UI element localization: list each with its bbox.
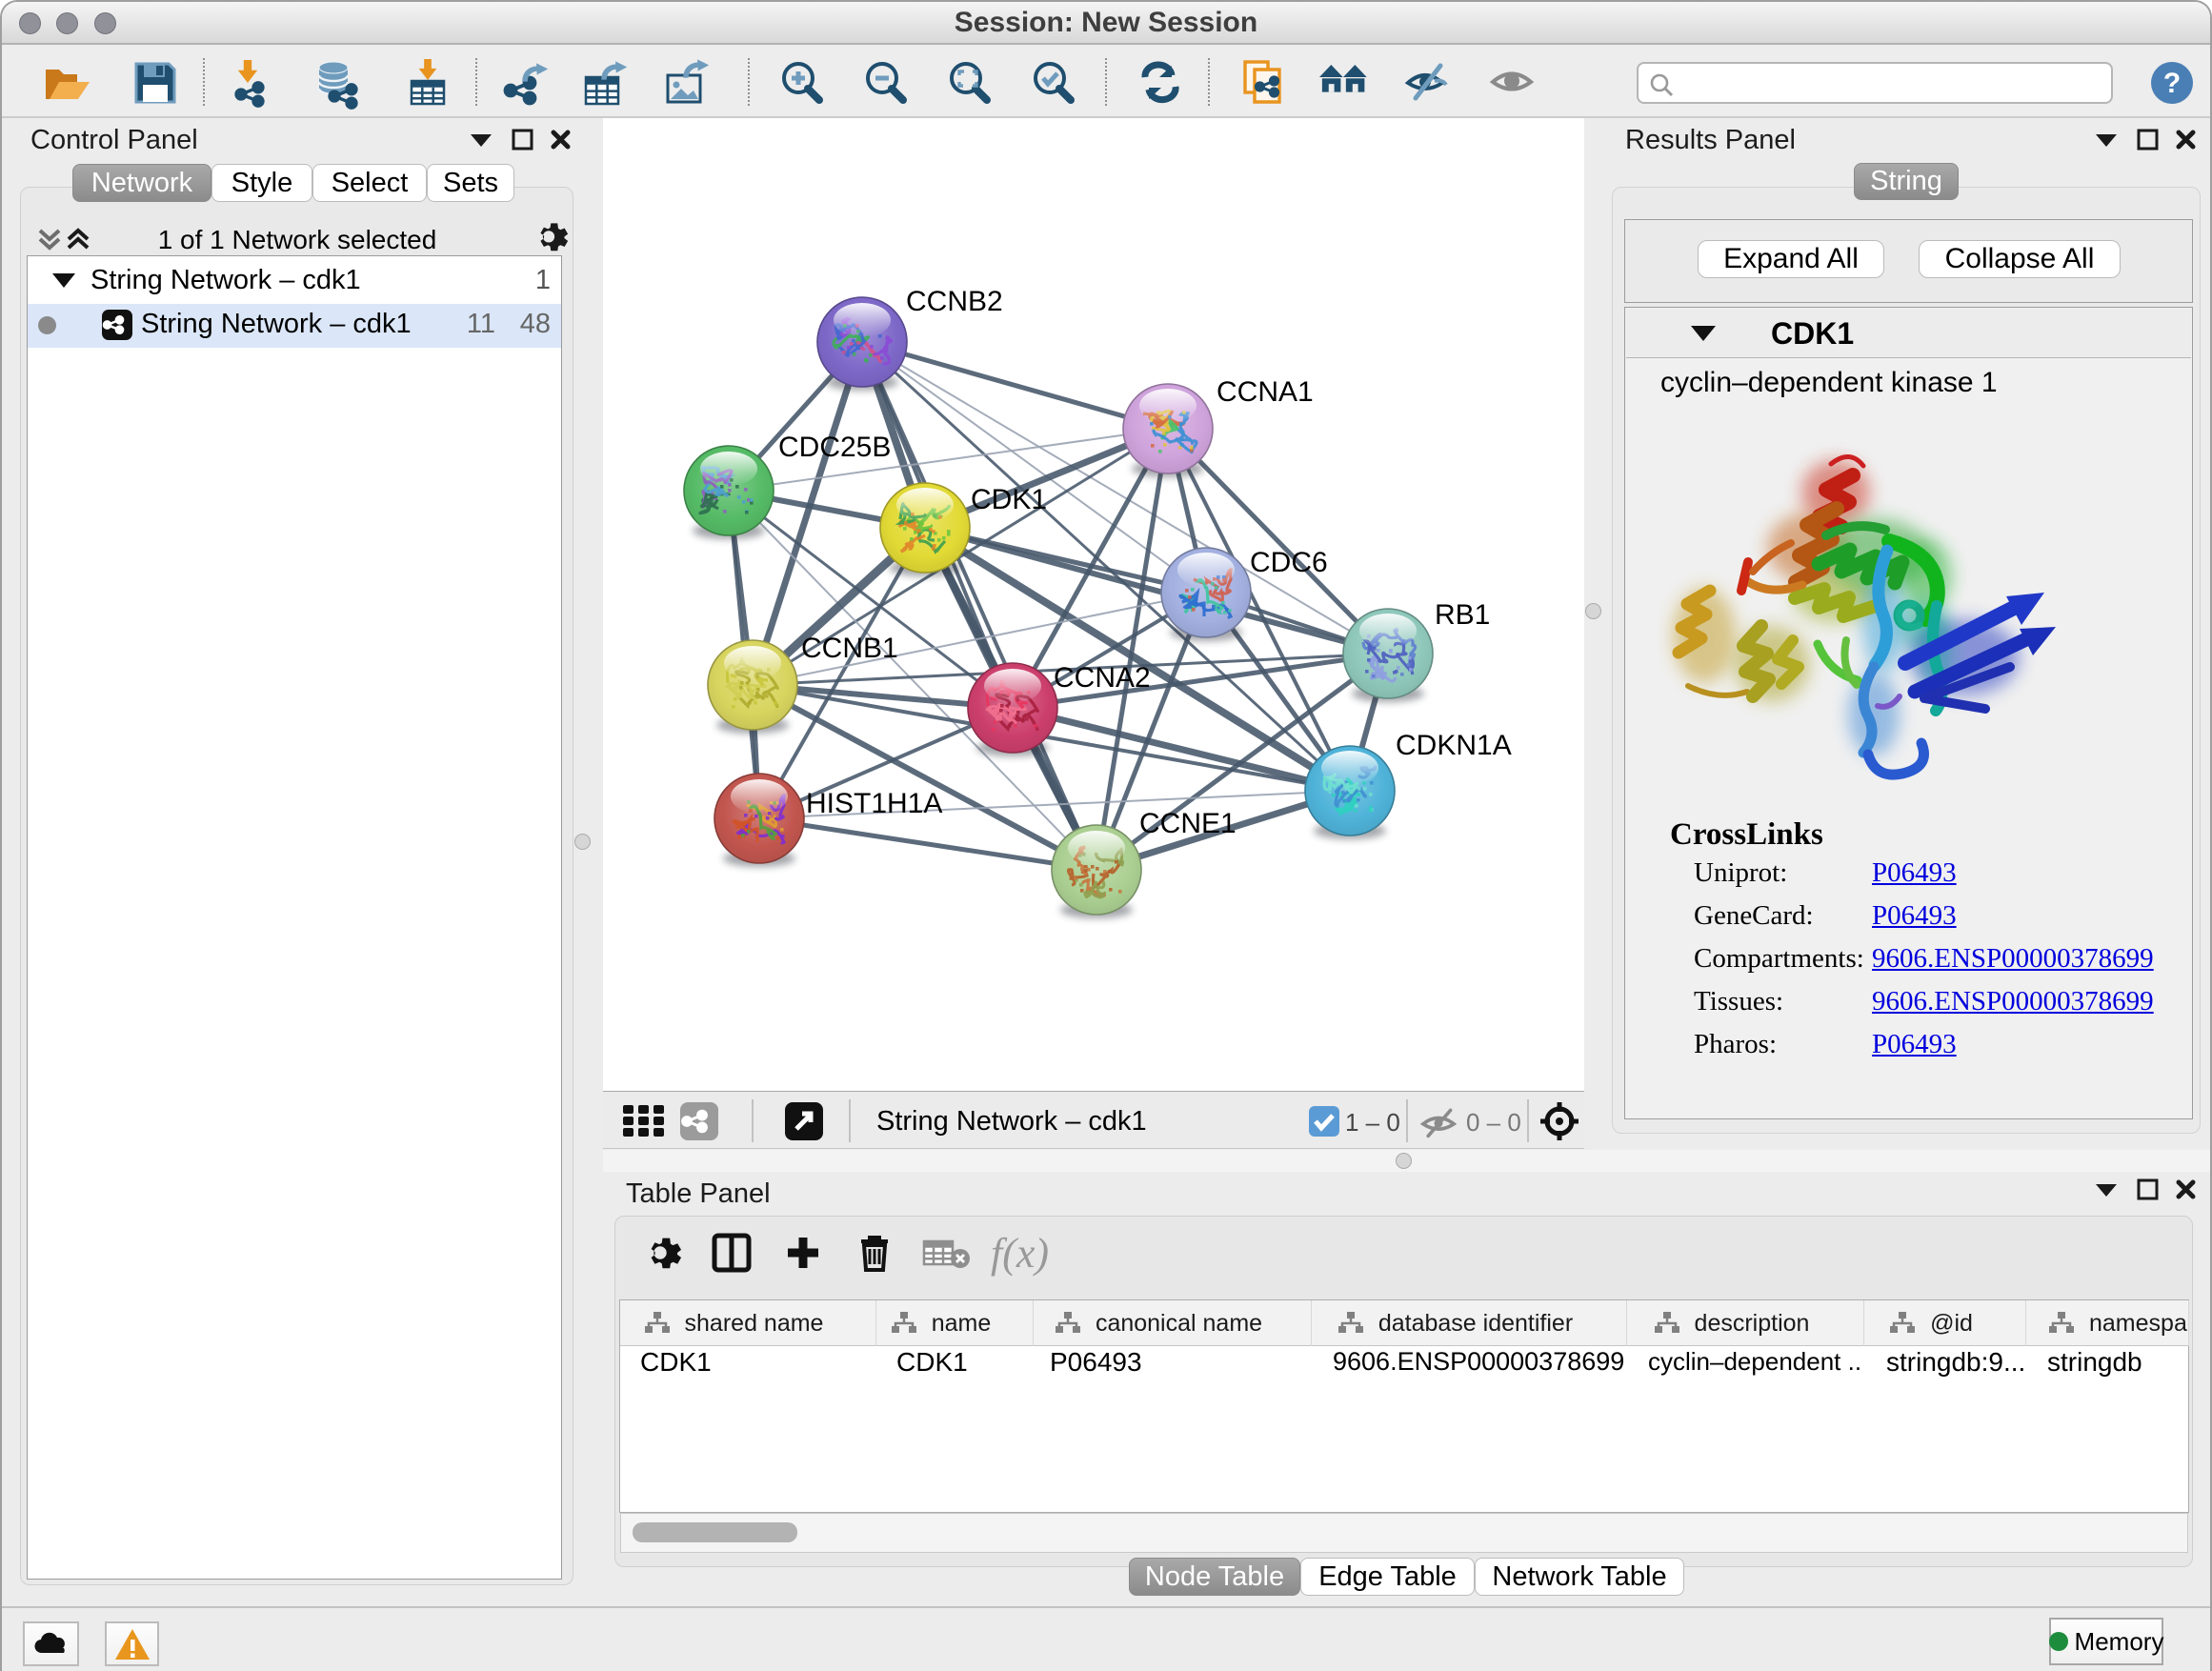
svg-text:CDK1: CDK1 — [971, 484, 1047, 515]
svg-text:HIST1H1A: HIST1H1A — [806, 788, 942, 819]
svg-text:CCNE1: CCNE1 — [1139, 808, 1237, 839]
svg-text:CCNA1: CCNA1 — [1217, 376, 1314, 408]
svg-text:CDKN1A: CDKN1A — [1396, 730, 1512, 761]
svg-text:CCNB2: CCNB2 — [906, 286, 1003, 317]
svg-text:CDC25B: CDC25B — [778, 432, 891, 463]
svg-text:CCNB1: CCNB1 — [801, 633, 898, 664]
svg-text:CDC6: CDC6 — [1250, 547, 1328, 578]
svg-text:CCNA2: CCNA2 — [1054, 662, 1151, 694]
svg-text:?: ? — [2163, 68, 2181, 99]
svg-text:RB1: RB1 — [1435, 599, 1490, 631]
